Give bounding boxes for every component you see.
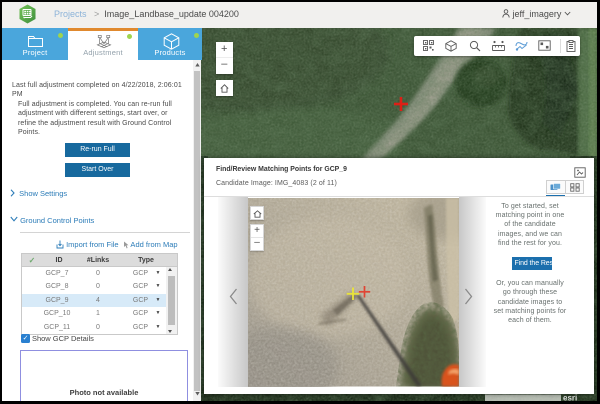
svg-text:esri: esri: [563, 394, 577, 402]
